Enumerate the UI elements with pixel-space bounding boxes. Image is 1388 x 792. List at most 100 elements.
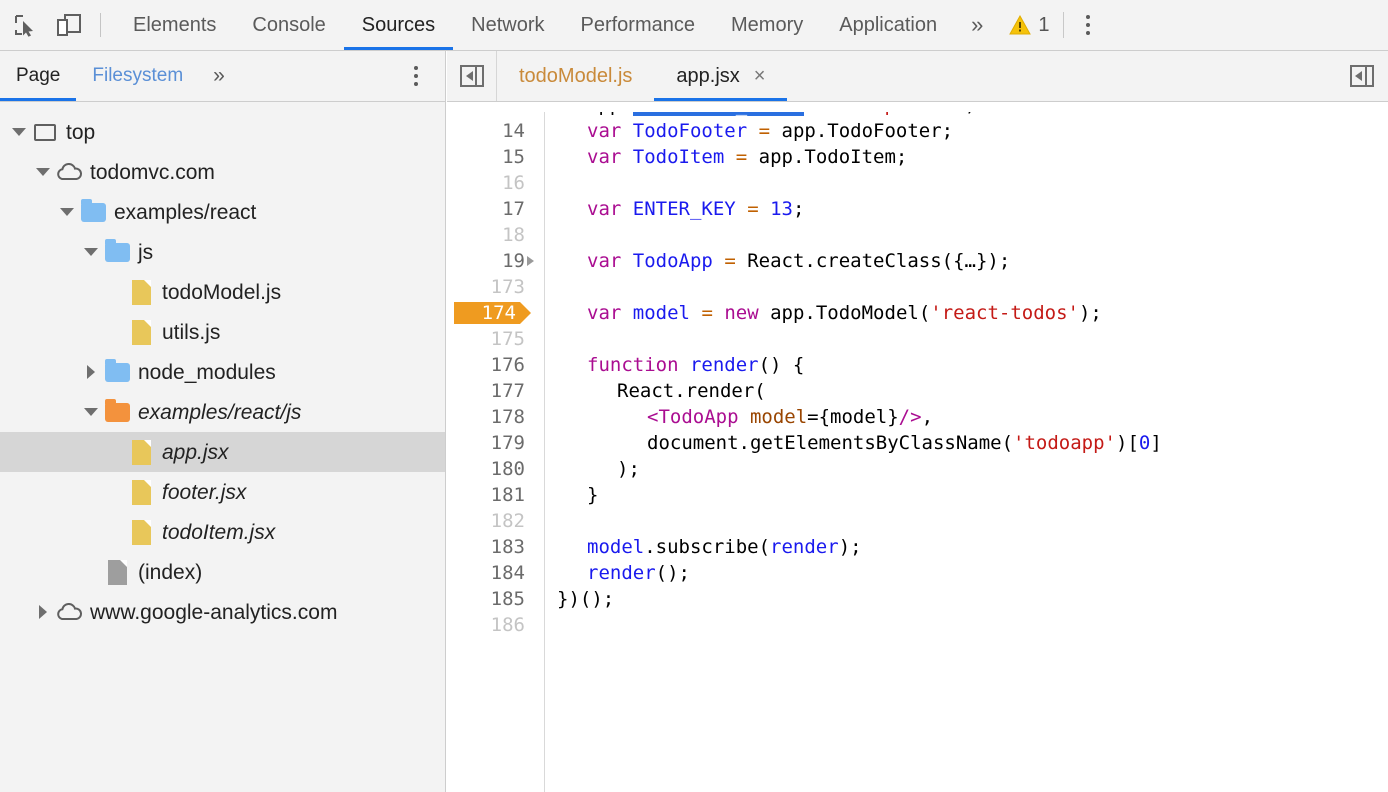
code-text: <TodoApp model={model}/>, [557, 404, 933, 430]
code-token: React.createClass({…}); [736, 250, 1011, 272]
tree-row[interactable]: js [0, 232, 445, 272]
tab-application[interactable]: Application [821, 0, 955, 50]
code-token: = [701, 302, 712, 324]
nav-tab-page[interactable]: Page [0, 51, 76, 101]
tab-network[interactable]: Network [453, 0, 562, 50]
code-token: () { [759, 354, 805, 376]
line-number[interactable]: 185 [447, 586, 525, 612]
tree-row[interactable]: node_modules [0, 352, 445, 392]
warning-badge[interactable]: 1 [1009, 0, 1049, 50]
code-token [724, 146, 735, 168]
line-number[interactable]: 19 [447, 248, 525, 274]
code-token: <TodoApp [647, 406, 750, 428]
tab-memory-label: Memory [731, 14, 803, 37]
code-token: React.render( [617, 380, 766, 402]
navigator-toolbar: Page Filesystem » [0, 51, 445, 102]
code-token: ENTER_KEY [633, 198, 736, 220]
tree-row[interactable]: utils.js [0, 312, 445, 352]
tab-performance[interactable]: Performance [563, 0, 714, 50]
code-token [621, 120, 632, 142]
nav-tab-page-label: Page [16, 65, 60, 87]
tree-row[interactable]: todoModel.js [0, 272, 445, 312]
line-number[interactable]: 18 [447, 222, 525, 248]
editor-tab-app-jsx-label: app.jsx [676, 65, 739, 88]
more-options-icon[interactable] [1068, 0, 1108, 50]
line-number[interactable]: 180 [447, 456, 525, 482]
more-tabs-label: » [971, 12, 983, 38]
editor-tab-todomodel-js[interactable]: todoModel.js [497, 51, 654, 101]
warning-triangle-icon [1009, 15, 1031, 35]
file-js-icon [126, 520, 156, 545]
tab-elements[interactable]: Elements [115, 0, 234, 50]
more-tabs-chevron-icon[interactable]: » [955, 0, 999, 50]
toolbar-divider-2 [1063, 12, 1064, 38]
line-number[interactable]: 16 [447, 170, 525, 196]
line-number[interactable]: 14 [447, 118, 525, 144]
chevron-down-icon[interactable] [80, 248, 102, 256]
tree-row-label: www.google-analytics.com [90, 602, 337, 623]
chevron-right-icon[interactable] [32, 605, 54, 619]
chevron-down-icon[interactable] [8, 128, 30, 136]
navigator-more-options-icon[interactable] [403, 51, 429, 101]
code-token: model [633, 302, 690, 324]
line-number[interactable]: 179 [447, 430, 525, 456]
editor-tab-bar: todoModel.js app.jsx × [447, 51, 1388, 102]
tab-console[interactable]: Console [234, 0, 343, 50]
tree-row[interactable]: todoItem.jsx [0, 512, 445, 552]
code-editor[interactable]: 13app.COMPLETED_TODOS = 'completed';14va… [447, 102, 1388, 792]
code-token: = [724, 250, 735, 272]
line-number[interactable]: 177 [447, 378, 525, 404]
chevron-down-icon[interactable] [56, 208, 78, 216]
tree-row[interactable]: footer.jsx [0, 472, 445, 512]
code-token: app.TodoModel( [759, 302, 931, 324]
line-number[interactable]: 15 [447, 144, 525, 170]
tab-sources-label: Sources [362, 14, 435, 37]
code-text: })(); [557, 586, 614, 612]
line-number[interactable]: 178 [447, 404, 525, 430]
toolbar-divider [100, 13, 101, 37]
tree-row[interactable]: top [0, 112, 445, 152]
code-text: var TodoItem = app.TodoItem; [557, 144, 907, 170]
tree-row[interactable]: examples/react/js [0, 392, 445, 432]
line-number[interactable]: 184 [447, 560, 525, 586]
nav-tab-filesystem-label: Filesystem [92, 65, 183, 87]
expand-panel-icon-button[interactable] [1350, 51, 1374, 101]
nav-tab-filesystem[interactable]: Filesystem [76, 51, 199, 101]
tab-sources[interactable]: Sources [344, 0, 453, 50]
code-token: app.TodoItem; [747, 146, 907, 168]
close-icon[interactable]: × [754, 66, 766, 86]
tree-row[interactable]: (index) [0, 552, 445, 592]
editor-tab-app-jsx[interactable]: app.jsx × [654, 51, 787, 101]
collapse-sidebar-icon-button[interactable] [447, 51, 497, 101]
code-line: 185 })(); [447, 586, 1388, 612]
nav-more-tabs-chevron-icon[interactable]: » [199, 51, 239, 101]
code-token: = [759, 120, 770, 142]
line-number[interactable]: 176 [447, 352, 525, 378]
code-line: 180); [447, 456, 1388, 482]
top-clip-mask [447, 102, 1388, 112]
tab-memory[interactable]: Memory [713, 0, 821, 50]
code-token [747, 120, 758, 142]
tree-row-label: todoModel.js [162, 282, 281, 303]
inspect-cursor-icon-button[interactable] [6, 6, 44, 44]
chevron-right-icon[interactable] [80, 365, 102, 379]
line-number[interactable]: 17 [447, 196, 525, 222]
breakpoint-marker[interactable]: 174 [454, 302, 520, 324]
line-number[interactable]: 173 [447, 274, 525, 300]
tree-row[interactable]: www.google-analytics.com [0, 592, 445, 632]
code-fold-chevron-right-icon[interactable] [527, 256, 534, 266]
code-token: 0 [1139, 432, 1150, 454]
tree-row[interactable]: todomvc.com [0, 152, 445, 192]
line-number[interactable]: 181 [447, 482, 525, 508]
chevron-down-icon[interactable] [32, 168, 54, 176]
tree-row[interactable]: examples/react [0, 192, 445, 232]
device-toggle-icon-button[interactable] [50, 6, 88, 44]
chevron-down-icon[interactable] [80, 408, 102, 416]
line-number[interactable]: 183 [447, 534, 525, 560]
tree-row[interactable]: app.jsx [0, 432, 445, 472]
tree-row-label: js [138, 242, 153, 263]
line-number[interactable]: 186 [447, 612, 525, 638]
line-number[interactable]: 175 [447, 326, 525, 352]
code-token [621, 198, 632, 220]
line-number[interactable]: 182 [447, 508, 525, 534]
